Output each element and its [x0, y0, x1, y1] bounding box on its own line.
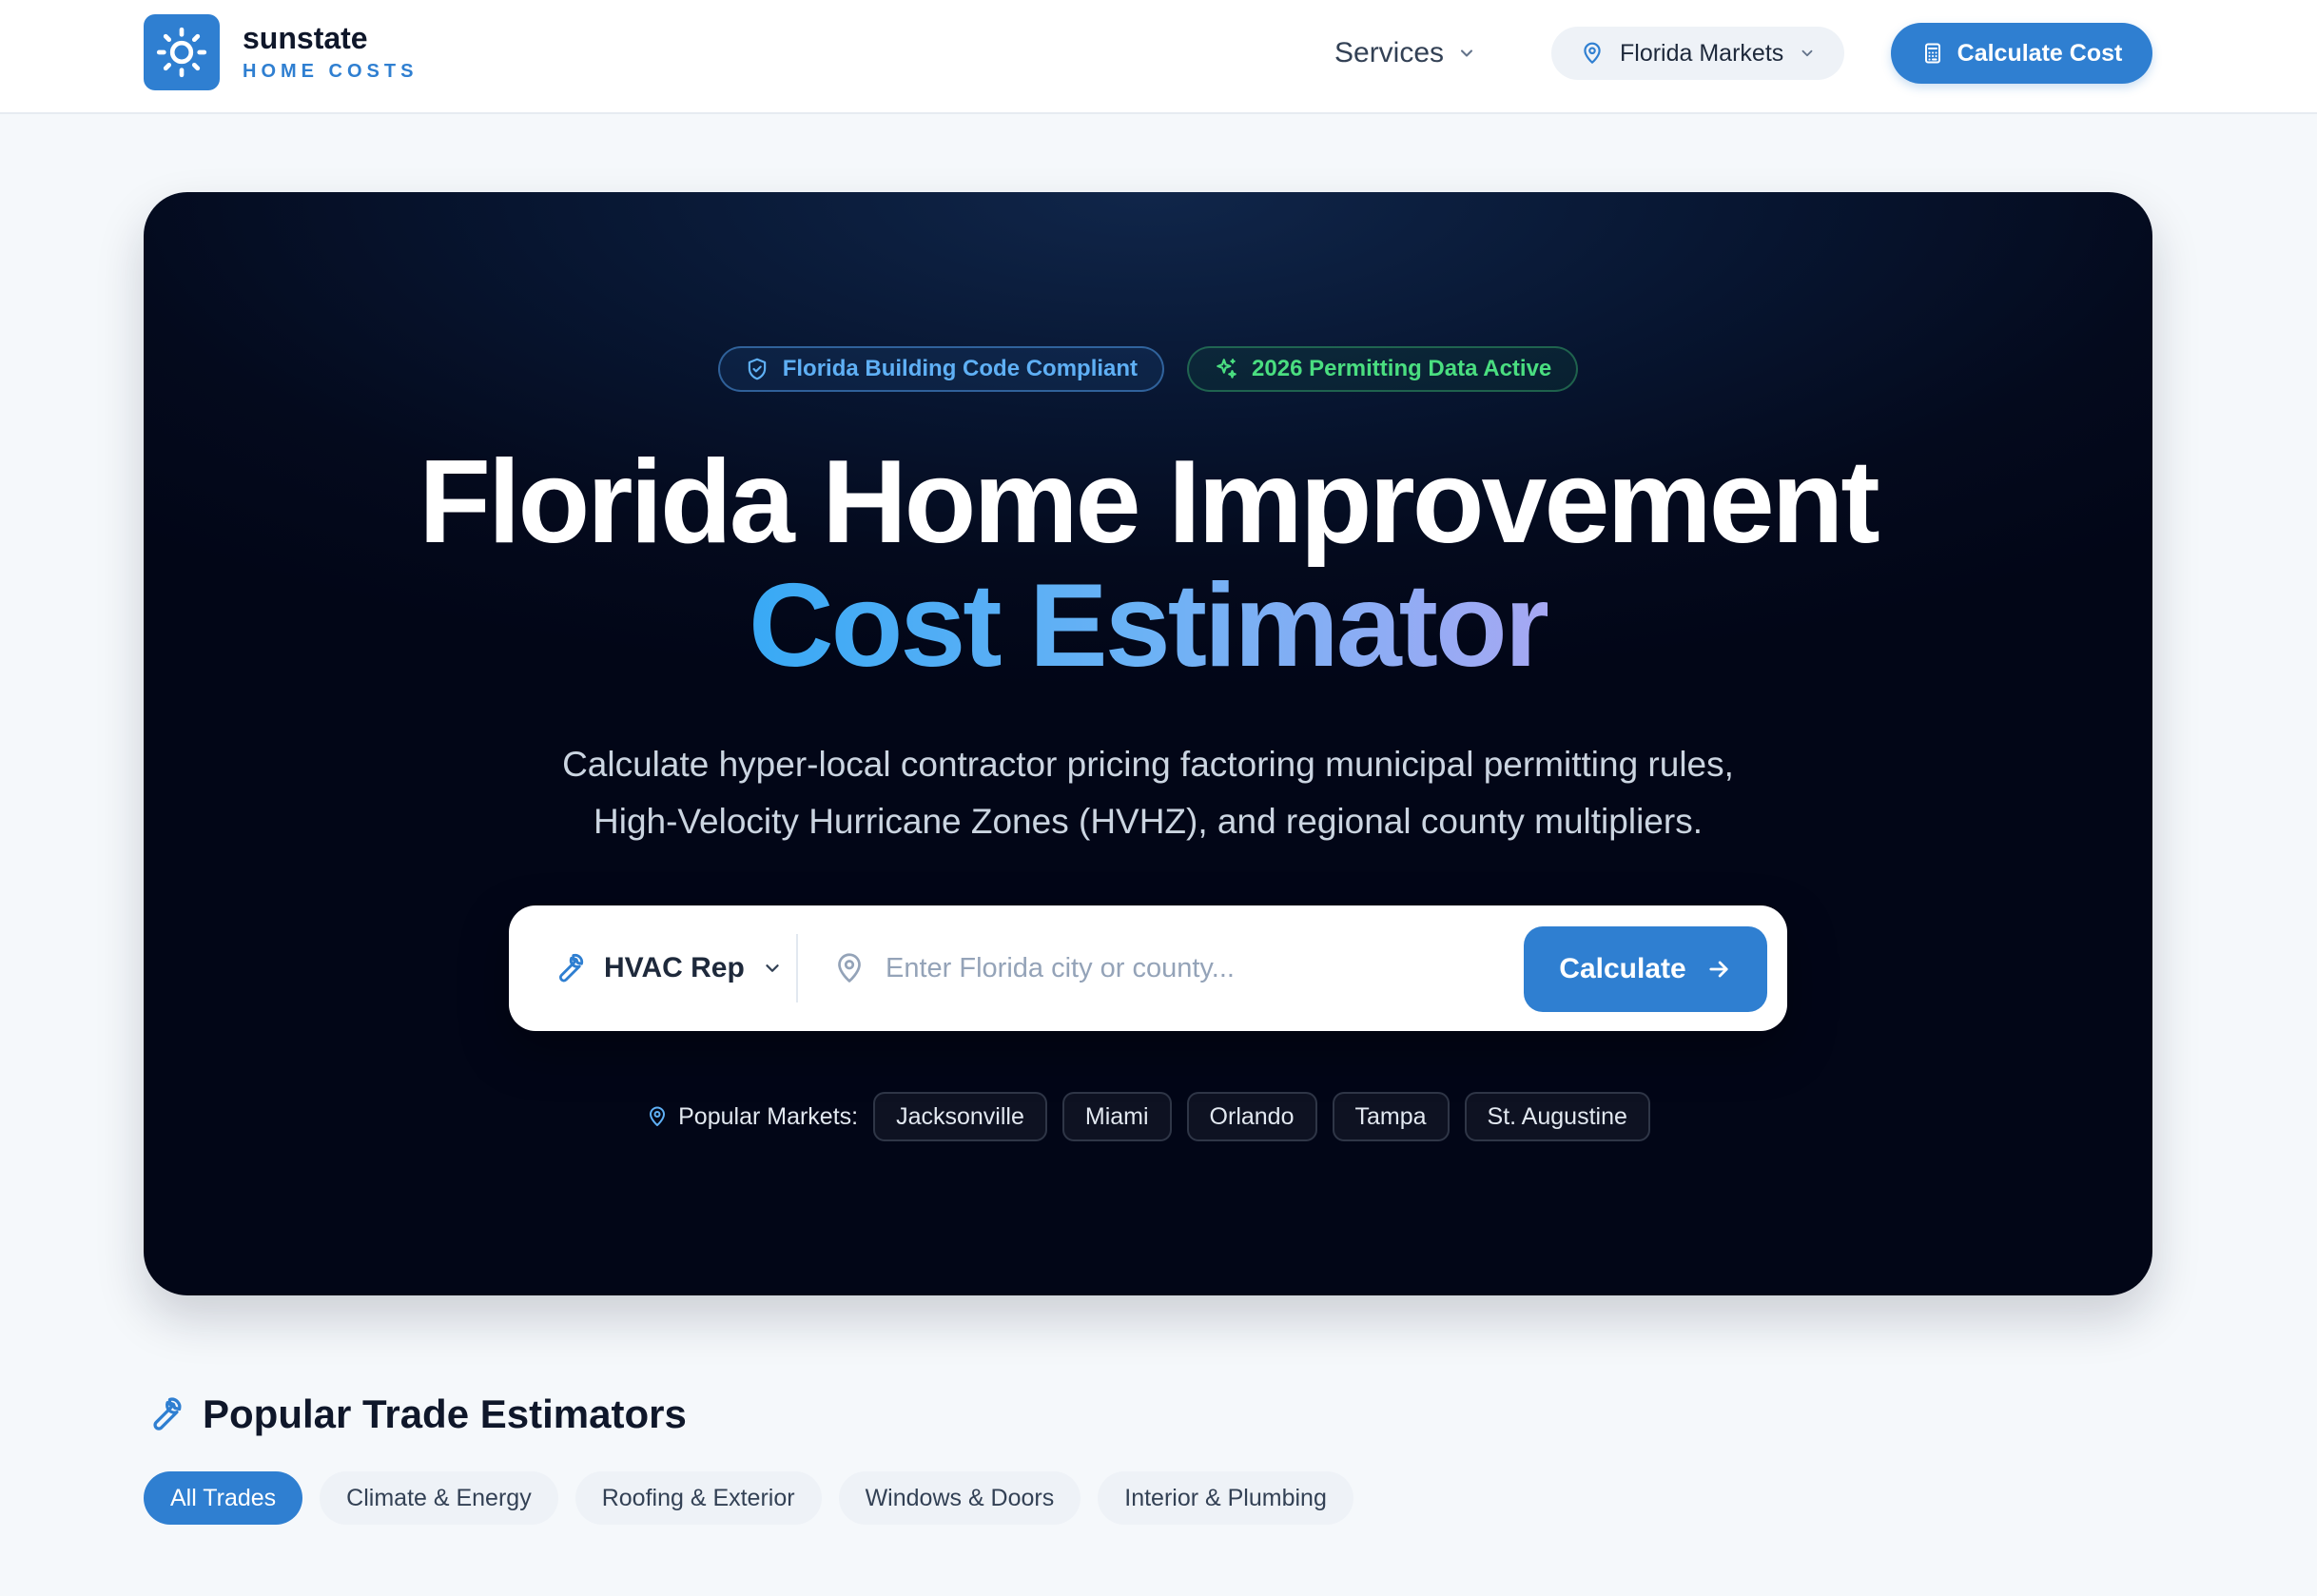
hero-section: Florida Building Code Compliant 2026 Per…: [144, 192, 2152, 1295]
calculate-cost-button[interactable]: Calculate Cost: [1891, 23, 2152, 84]
wrench-icon: [153, 1397, 182, 1431]
brand-name[interactable]: sunstate: [243, 21, 368, 56]
market-chip-orlando[interactable]: Orlando: [1186, 1092, 1317, 1141]
wrench-icon: [559, 953, 584, 983]
popular-markets-text: Popular Markets:: [678, 1102, 859, 1130]
services-menu[interactable]: Services: [1334, 34, 1476, 72]
services-label: Services: [1334, 37, 1445, 68]
shield-check-icon: [748, 358, 766, 380]
trade-select-value: HVAC Rep: [604, 952, 745, 983]
calculator-icon: [1924, 43, 1940, 64]
section-title: Popular Trade Estimators: [144, 1391, 687, 1438]
chevron-down-icon: [1801, 49, 1813, 57]
sparkles-icon: [1217, 359, 1236, 379]
filter-windows-doors[interactable]: Windows & Doors: [838, 1471, 1081, 1525]
badge-label: Florida Building Code Compliant: [782, 356, 1139, 381]
florida-markets-menu[interactable]: Florida Markets: [1551, 27, 1844, 80]
section-title-text: Popular Trade Estimators: [203, 1392, 687, 1436]
map-pin-icon: [1584, 42, 1601, 64]
markets-label: Florida Markets: [1620, 39, 1784, 67]
hero-title-accent: Cost Estimator: [144, 561, 2152, 691]
brand-tagline: HOME COSTS: [243, 61, 419, 82]
popular-markets-label: Popular Markets:: [646, 1103, 858, 1131]
building-code-badge: Florida Building Code Compliant: [717, 346, 1165, 392]
permitting-data-badge: 2026 Permitting Data Active: [1187, 346, 1579, 392]
map-pin-icon: [650, 1106, 666, 1126]
market-chip-tampa[interactable]: Tampa: [1332, 1092, 1450, 1141]
market-chip-st-augustine[interactable]: St. Augustine: [1464, 1092, 1650, 1141]
filter-roofing-exterior[interactable]: Roofing & Exterior: [574, 1471, 822, 1525]
hero-subtitle: Calculate hyper-local contractor pricing…: [435, 736, 1861, 850]
hero-subtitle-line-1: Calculate hyper-local contractor pricing…: [562, 745, 1734, 784]
trade-select[interactable]: HVAC Rep: [551, 934, 783, 1002]
location-input[interactable]: [886, 952, 1437, 984]
calculate-button[interactable]: Calculate: [1524, 926, 1767, 1012]
sun-icon: [156, 27, 207, 78]
arrow-right-icon: [1709, 961, 1728, 978]
calculate-button-label: Calculate: [1559, 953, 1686, 984]
hero-badges: Florida Building Code Compliant 2026 Per…: [144, 346, 2152, 392]
hero-title: Florida Home Improvement: [419, 437, 1879, 568]
map-pin-icon: [838, 953, 861, 983]
site-header: sunstate HOME COSTS Services Florida Mar…: [0, 0, 2317, 114]
search-divider: [796, 934, 798, 1002]
hero-title-accent-text: Cost Estimator: [749, 560, 1550, 691]
calculate-cost-label: Calculate Cost: [1957, 39, 2123, 67]
filter-interior-plumbing[interactable]: Interior & Plumbing: [1098, 1471, 1353, 1525]
chevron-down-icon: [1461, 49, 1473, 57]
logo[interactable]: [144, 14, 220, 90]
hero-subtitle-line-2: High-Velocity Hurricane Zones (HVHZ), an…: [594, 802, 1703, 841]
location-field: [832, 934, 1441, 1002]
badge-label: 2026 Permitting Data Active: [1252, 356, 1552, 381]
filter-climate-energy[interactable]: Climate & Energy: [320, 1471, 558, 1525]
chevron-down-icon: [766, 964, 779, 972]
trade-filter-tabs: All Trades Climate & Energy Roofing & Ex…: [144, 1471, 1353, 1525]
estimator-search-bar: HVAC Rep Calculate: [509, 905, 1787, 1031]
market-chip-miami[interactable]: Miami: [1061, 1092, 1172, 1141]
filter-all-trades[interactable]: All Trades: [144, 1471, 303, 1525]
market-chip-jacksonville[interactable]: Jacksonville: [873, 1092, 1047, 1141]
popular-markets: Popular Markets: Jacksonville Miami Orla…: [144, 1092, 2152, 1141]
